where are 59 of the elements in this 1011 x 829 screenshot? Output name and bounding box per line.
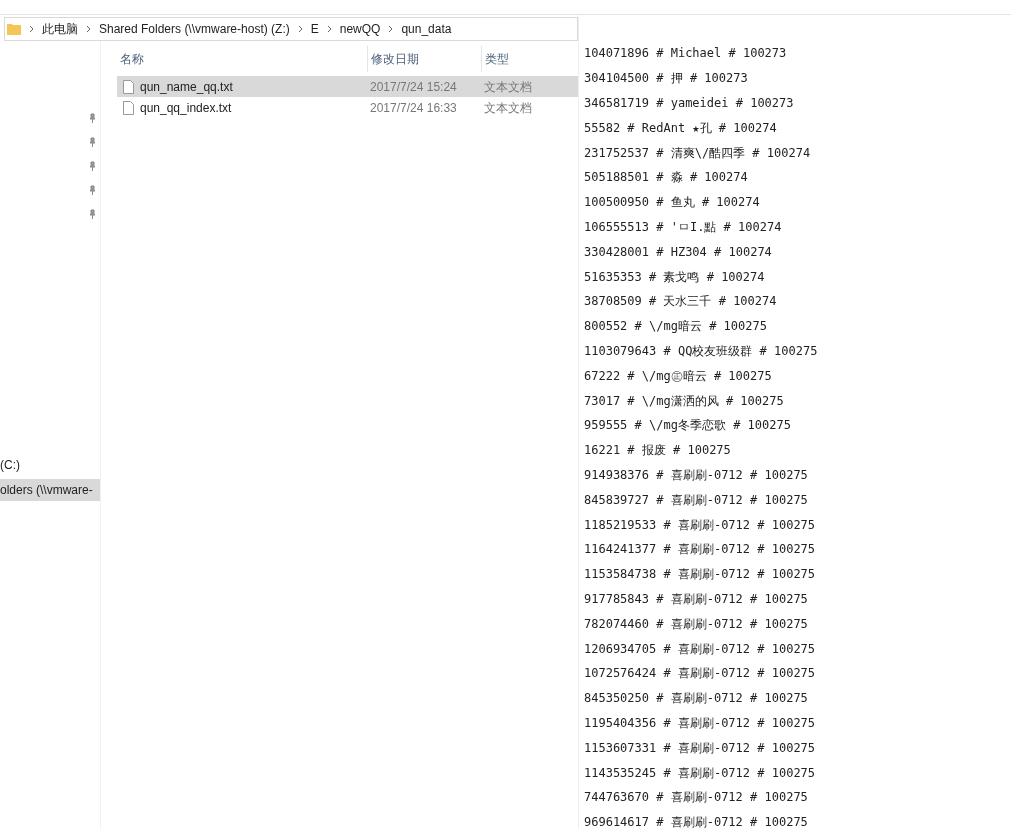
file-row[interactable]: qun_name_qq.txt 2017/7/24 15:24 文本文档 xyxy=(117,76,578,97)
text-line: 104071896 # Michael # 100273 xyxy=(584,45,787,63)
text-line: 845839727 # 喜刷刷-0712 # 100275 xyxy=(584,491,808,509)
text-line: 55582 # RedAnt ★孔 # 100274 xyxy=(584,119,777,137)
text-line: 1153584738 # 喜刷刷-0712 # 100275 xyxy=(584,566,816,584)
chevron-icon xyxy=(86,25,91,33)
nav-item[interactable]: olders (\\vmware- xyxy=(0,479,100,501)
document-icon xyxy=(123,100,134,115)
text-line: 1153607331 # 喜刷刷-0712 # 100275 xyxy=(584,739,816,757)
text-line: 16221 # 报废 # 100275 xyxy=(584,442,731,460)
text-line: 800552 # \/mg暗云 # 100275 xyxy=(584,318,767,336)
chevron-icon xyxy=(29,25,34,33)
text-line: 1103079643 # QQ校友班级群 # 100275 xyxy=(584,342,818,360)
file-row[interactable]: qun_qq_index.txt 2017/7/24 16:33 文本文档 xyxy=(117,97,578,118)
address-bar[interactable]: 此电脑 Shared Folders (\\vmware-host) (Z:) E newQQ qun_data xyxy=(4,17,578,41)
chevron-icon xyxy=(297,25,303,33)
file-type: 文本文档 xyxy=(484,100,532,115)
file-type: 文本文档 xyxy=(484,79,532,94)
text-line: 917785843 # 喜刷刷-0712 # 100275 xyxy=(584,590,808,608)
chevron-icon xyxy=(326,25,332,33)
text-line: 304104500 # 押 # 100273 xyxy=(584,70,748,88)
text-line: 845350250 # 喜刷刷-0712 # 100275 xyxy=(584,690,808,708)
breadcrumb-item[interactable]: newQQ xyxy=(339,20,381,38)
breadcrumb-item[interactable]: qun_data xyxy=(401,20,452,38)
breadcrumb-item[interactable]: 此电脑 xyxy=(42,20,78,38)
text-line: 100500950 # 鱼丸 # 100274 xyxy=(584,194,760,212)
document-icon xyxy=(123,79,134,94)
text-line: 106555513 # 'ㅁI.點 # 100274 xyxy=(584,218,782,236)
text-line: 1185219533 # 喜刷刷-0712 # 100275 xyxy=(584,516,816,534)
text-line: 505188501 # 淼 # 100274 xyxy=(584,169,748,187)
text-line: 1072576424 # 喜刷刷-0712 # 100275 xyxy=(584,665,816,683)
text-line: 73017 # \/mg潇洒的风 # 100275 xyxy=(584,392,784,410)
text-line: 330428001 # HZ304 # 100274 xyxy=(584,243,772,261)
breadcrumb-item[interactable]: Shared Folders (\\vmware-host) (Z:) xyxy=(99,20,290,38)
modified-date: 2017/7/24 15:24 xyxy=(370,79,457,94)
text-line: 914938376 # 喜刷刷-0712 # 100275 xyxy=(584,466,808,484)
text-line: 782074460 # 喜刷刷-0712 # 100275 xyxy=(584,615,808,633)
column-header[interactable]: 类型 xyxy=(481,46,571,72)
text-line: 1206934705 # 喜刷刷-0712 # 100275 xyxy=(584,640,816,658)
file-name: qun_qq_index.txt xyxy=(140,99,232,117)
folder-icon xyxy=(7,22,21,36)
text-line: 1164241377 # 喜刷刷-0712 # 100275 xyxy=(584,541,816,559)
text-line: 51635353 # 素戈鸣 # 100274 xyxy=(584,268,765,286)
text-line: 959555 # \/mg冬季恋歌 # 100275 xyxy=(584,417,791,435)
text-line: 38708509 # 天水三千 # 100274 xyxy=(584,293,777,311)
text-line: 744763670 # 喜刷刷-0712 # 100275 xyxy=(584,789,808,807)
text-line: 231752537 # 清爽\/酷四季 # 100274 xyxy=(584,144,811,162)
nav-item[interactable]: (C:) xyxy=(0,454,100,476)
breadcrumb-item[interactable]: E xyxy=(310,20,319,38)
file-name: qun_name_qq.txt xyxy=(140,78,233,96)
text-line: 969614617 # 喜刷刷-0712 # 100275 xyxy=(584,814,808,829)
column-header[interactable]: 名称 xyxy=(117,46,367,72)
modified-date: 2017/7/24 16:33 xyxy=(370,100,457,115)
chevron-icon xyxy=(388,25,394,33)
text-line: 67222 # \/mg㊣暗云 # 100275 xyxy=(584,367,772,385)
text-line: 1195404356 # 喜刷刷-0712 # 100275 xyxy=(584,714,816,732)
text-line: 346581719 # yameidei # 100273 xyxy=(584,95,794,112)
column-header[interactable]: 修改日期 xyxy=(367,46,481,72)
text-line: 1143535245 # 喜刷刷-0712 # 100275 xyxy=(584,764,816,782)
